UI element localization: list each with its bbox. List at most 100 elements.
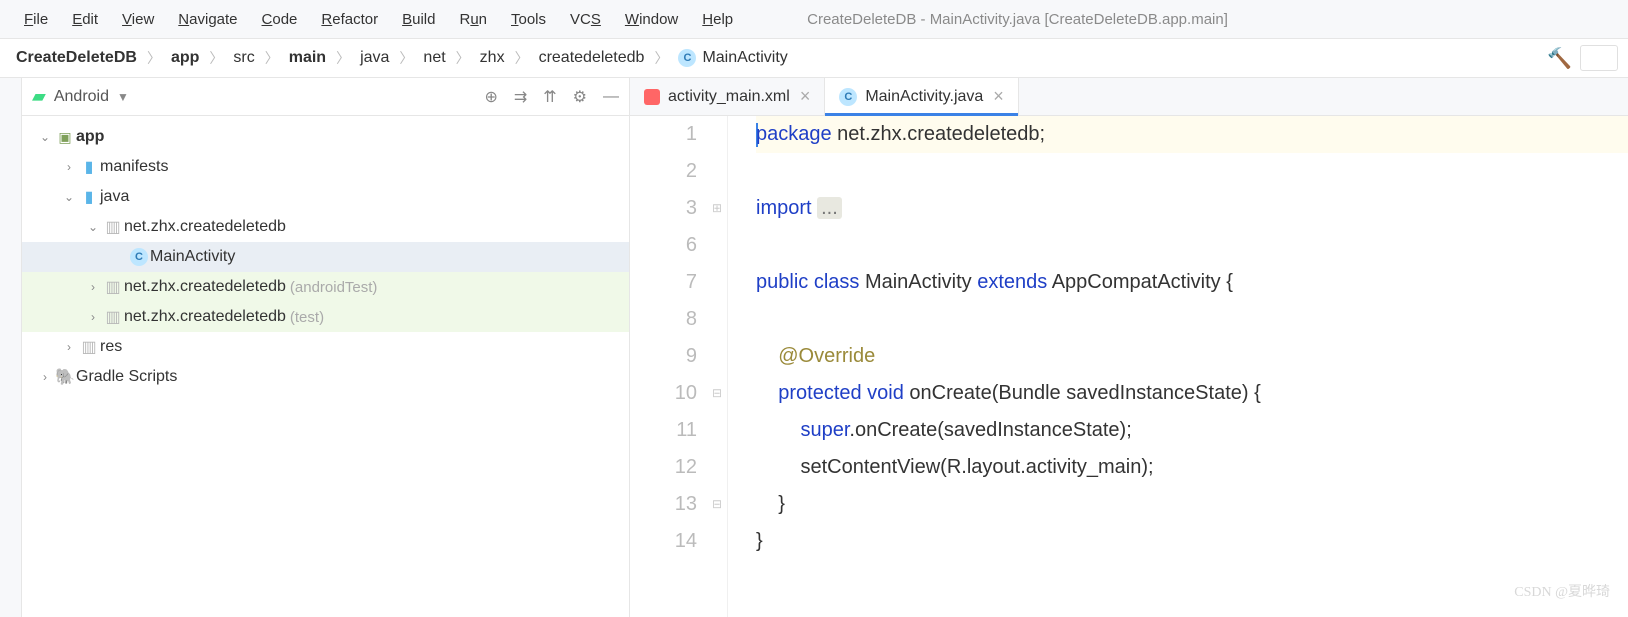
menu-build[interactable]: Build (392, 7, 445, 32)
menu-vcs[interactable]: VCS (560, 7, 611, 32)
code-line: ⊟ protected void onCreate(Bundle savedIn… (756, 375, 1628, 412)
class-icon: C (128, 248, 150, 266)
menu-tools[interactable]: Tools (501, 7, 556, 32)
code-line (756, 301, 1628, 338)
crumb-src[interactable]: src (223, 45, 264, 71)
chevron-right-icon: 〉 (265, 48, 279, 68)
menu-window[interactable]: Window (615, 7, 688, 32)
menu-refactor[interactable]: Refactor (311, 7, 388, 32)
project-view-title[interactable]: Android (54, 88, 109, 106)
chevron-right-icon: 〉 (399, 48, 413, 68)
crumb-net[interactable]: net (413, 45, 455, 71)
tree-node-gradle[interactable]: › 🐘 Gradle Scripts (22, 362, 629, 392)
menu-edit[interactable]: Edit (62, 7, 108, 32)
tree-node-pkg-main[interactable]: ⌄ ▥ net.zhx.createdeletedb (22, 212, 629, 242)
fold-collapse-icon[interactable]: ⊟ (712, 375, 722, 412)
gradle-icon: 🐘 (54, 367, 76, 387)
expand-all-icon[interactable]: ⇉ (514, 87, 527, 107)
line-number: 14 (630, 523, 697, 560)
chevron-right-icon: 〉 (209, 48, 223, 68)
collapse-all-icon[interactable]: ⇈ (543, 87, 556, 107)
toolbar-right: 🔨 (1547, 45, 1618, 71)
project-tool-window: ▰ Android ▼ ⊕ ⇉ ⇈ ⚙ — ⌄ ▣ app › ▮ manife… (22, 78, 630, 617)
code-line: package net.zhx.createdeletedb; (756, 116, 1628, 153)
line-number: 9 (630, 338, 697, 375)
gear-icon[interactable]: ⚙ (573, 87, 587, 107)
tab-mainactivity-java[interactable]: C MainActivity.java × (825, 78, 1018, 115)
chevron-right-icon: 〉 (456, 48, 470, 68)
close-icon[interactable]: × (800, 86, 811, 107)
fold-end-icon[interactable]: ⊟ (712, 486, 722, 523)
chevron-right-icon: › (84, 310, 102, 324)
line-number: 7 (630, 264, 697, 301)
line-number: 1 (630, 116, 697, 153)
select-opened-file-icon[interactable]: ⊕ (484, 87, 497, 107)
menu-bar: File Edit View Navigate Code Refactor Bu… (0, 0, 1628, 38)
package-icon: ▥ (102, 277, 124, 297)
tree-node-pkg-test[interactable]: › ▥ net.zhx.createdeletedb (test) (22, 302, 629, 332)
line-number: 2 (630, 153, 697, 190)
project-tree: ⌄ ▣ app › ▮ manifests ⌄ ▮ java ⌄ ▥ net.z… (22, 116, 629, 398)
line-number: 13 (630, 486, 697, 523)
code-line: ⊞import ... (756, 190, 1628, 227)
menu-view[interactable]: View (112, 7, 164, 32)
tree-node-manifests[interactable]: › ▮ manifests (22, 152, 629, 182)
main-area: ▰ Android ▼ ⊕ ⇉ ⇈ ⚙ — ⌄ ▣ app › ▮ manife… (0, 78, 1628, 617)
build-icon[interactable]: 🔨 (1547, 46, 1572, 71)
android-icon: ▰ (32, 86, 46, 107)
code-body[interactable]: package net.zhx.createdeletedb; ⊞import … (728, 116, 1628, 617)
tree-node-app[interactable]: ⌄ ▣ app (22, 122, 629, 152)
project-pane-header: ▰ Android ▼ ⊕ ⇉ ⇈ ⚙ — (22, 78, 629, 116)
crumb-java[interactable]: java (350, 45, 399, 71)
menu-run[interactable]: Run (449, 7, 497, 32)
line-number: 6 (630, 227, 697, 264)
editor-tabs: activity_main.xml × C MainActivity.java … (630, 78, 1628, 116)
class-icon: C (839, 88, 857, 106)
run-config-selector[interactable] (1580, 45, 1618, 71)
line-number: 8 (630, 301, 697, 338)
tree-node-mainactivity[interactable]: C MainActivity (22, 242, 629, 272)
tree-node-java[interactable]: ⌄ ▮ java (22, 182, 629, 212)
line-number: 3 (630, 190, 697, 227)
menu-help[interactable]: Help (692, 7, 743, 32)
left-stripe[interactable] (0, 78, 22, 617)
code-editor[interactable]: 1 2 3 6 7 8 9 10 11 12 13 14 package net… (630, 116, 1628, 617)
menu-code[interactable]: Code (252, 7, 308, 32)
class-icon: C (678, 49, 696, 67)
crumb-zhx[interactable]: zhx (470, 45, 515, 71)
menu-navigate[interactable]: Navigate (168, 7, 247, 32)
code-line (756, 153, 1628, 190)
crumb-leaf[interactable]: CMainActivity (668, 45, 797, 71)
folder-icon: ▮ (78, 187, 100, 207)
menu-file[interactable]: File (14, 7, 58, 32)
tab-activity-main-xml[interactable]: activity_main.xml × (630, 78, 825, 115)
tree-node-res[interactable]: › ▥ res (22, 332, 629, 362)
code-line: super.onCreate(savedInstanceState); (756, 412, 1628, 449)
folder-icon: ▮ (78, 157, 100, 177)
chevron-down-icon[interactable]: ▼ (117, 90, 129, 104)
crumb-project[interactable]: CreateDeleteDB (6, 45, 147, 71)
chevron-right-icon: › (60, 160, 78, 174)
package-icon: ▥ (102, 307, 124, 327)
code-line: ⊟ } (756, 486, 1628, 523)
fold-expand-icon[interactable]: ⊞ (712, 190, 722, 227)
chevron-right-icon: › (36, 370, 54, 384)
chevron-right-icon: 〉 (147, 48, 161, 68)
navigation-bar: CreateDeleteDB〉 app〉 src〉 main〉 java〉 ne… (0, 38, 1628, 78)
code-line (756, 227, 1628, 264)
xml-file-icon (644, 89, 660, 105)
chevron-down-icon: ⌄ (36, 130, 54, 144)
crumb-main[interactable]: main (279, 45, 336, 71)
crumb-pkg[interactable]: createdeletedb (529, 45, 655, 71)
tree-node-pkg-androidtest[interactable]: › ▥ net.zhx.createdeletedb (androidTest) (22, 272, 629, 302)
line-number: 11 (630, 412, 697, 449)
hide-icon[interactable]: — (603, 88, 619, 106)
crumb-app[interactable]: app (161, 45, 209, 71)
code-line: } (756, 523, 1628, 560)
package-icon: ▥ (102, 217, 124, 237)
chevron-right-icon: 〉 (515, 48, 529, 68)
close-icon[interactable]: × (993, 86, 1004, 107)
chevron-right-icon: 〉 (654, 48, 668, 68)
chevron-right-icon: 〉 (336, 48, 350, 68)
line-number: 12 (630, 449, 697, 486)
